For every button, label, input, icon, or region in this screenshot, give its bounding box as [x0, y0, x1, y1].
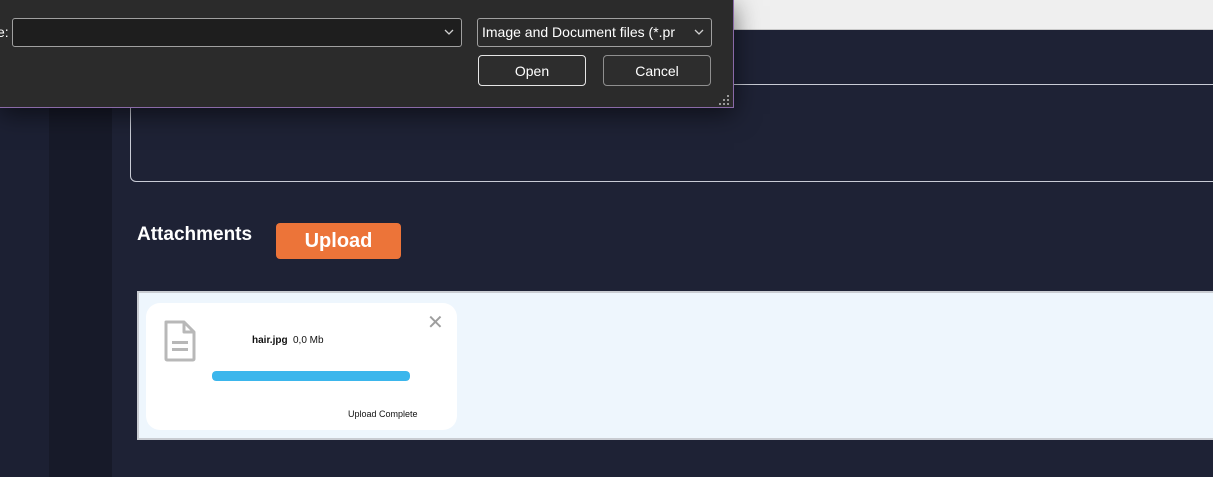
open-button[interactable]: Open	[478, 55, 586, 86]
left-rail	[0, 105, 49, 477]
cancel-button[interactable]: Cancel	[603, 55, 711, 86]
window-top-strip	[733, 0, 1213, 30]
upload-progress-fill	[212, 371, 410, 381]
upload-button[interactable]: Upload	[276, 223, 401, 259]
document-icon	[164, 320, 196, 362]
file-type-value: Image and Document files (*.pr	[482, 24, 675, 40]
file-open-dialog: e: Image and Document files (*.pr Open C…	[0, 0, 734, 108]
file-name-combobox[interactable]	[12, 18, 462, 47]
left-sidebar	[49, 105, 112, 477]
chevron-down-icon[interactable]	[693, 25, 705, 39]
file-card: ✕ hair.jpg 0,0 Mb Upload Complete	[146, 303, 457, 430]
file-type-select[interactable]: Image and Document files (*.pr	[477, 18, 712, 47]
resize-grip-icon[interactable]	[718, 94, 730, 106]
remove-file-icon[interactable]: ✕	[427, 313, 444, 333]
upload-progress-bar	[212, 371, 410, 381]
chevron-down-icon[interactable]	[443, 25, 455, 39]
file-name: hair.jpg	[252, 335, 288, 346]
attachments-title: Attachments	[137, 224, 253, 245]
file-name-label: e:	[0, 24, 9, 40]
file-size: 0,0 Mb	[293, 335, 324, 346]
upload-status: Upload Complete	[348, 409, 418, 419]
